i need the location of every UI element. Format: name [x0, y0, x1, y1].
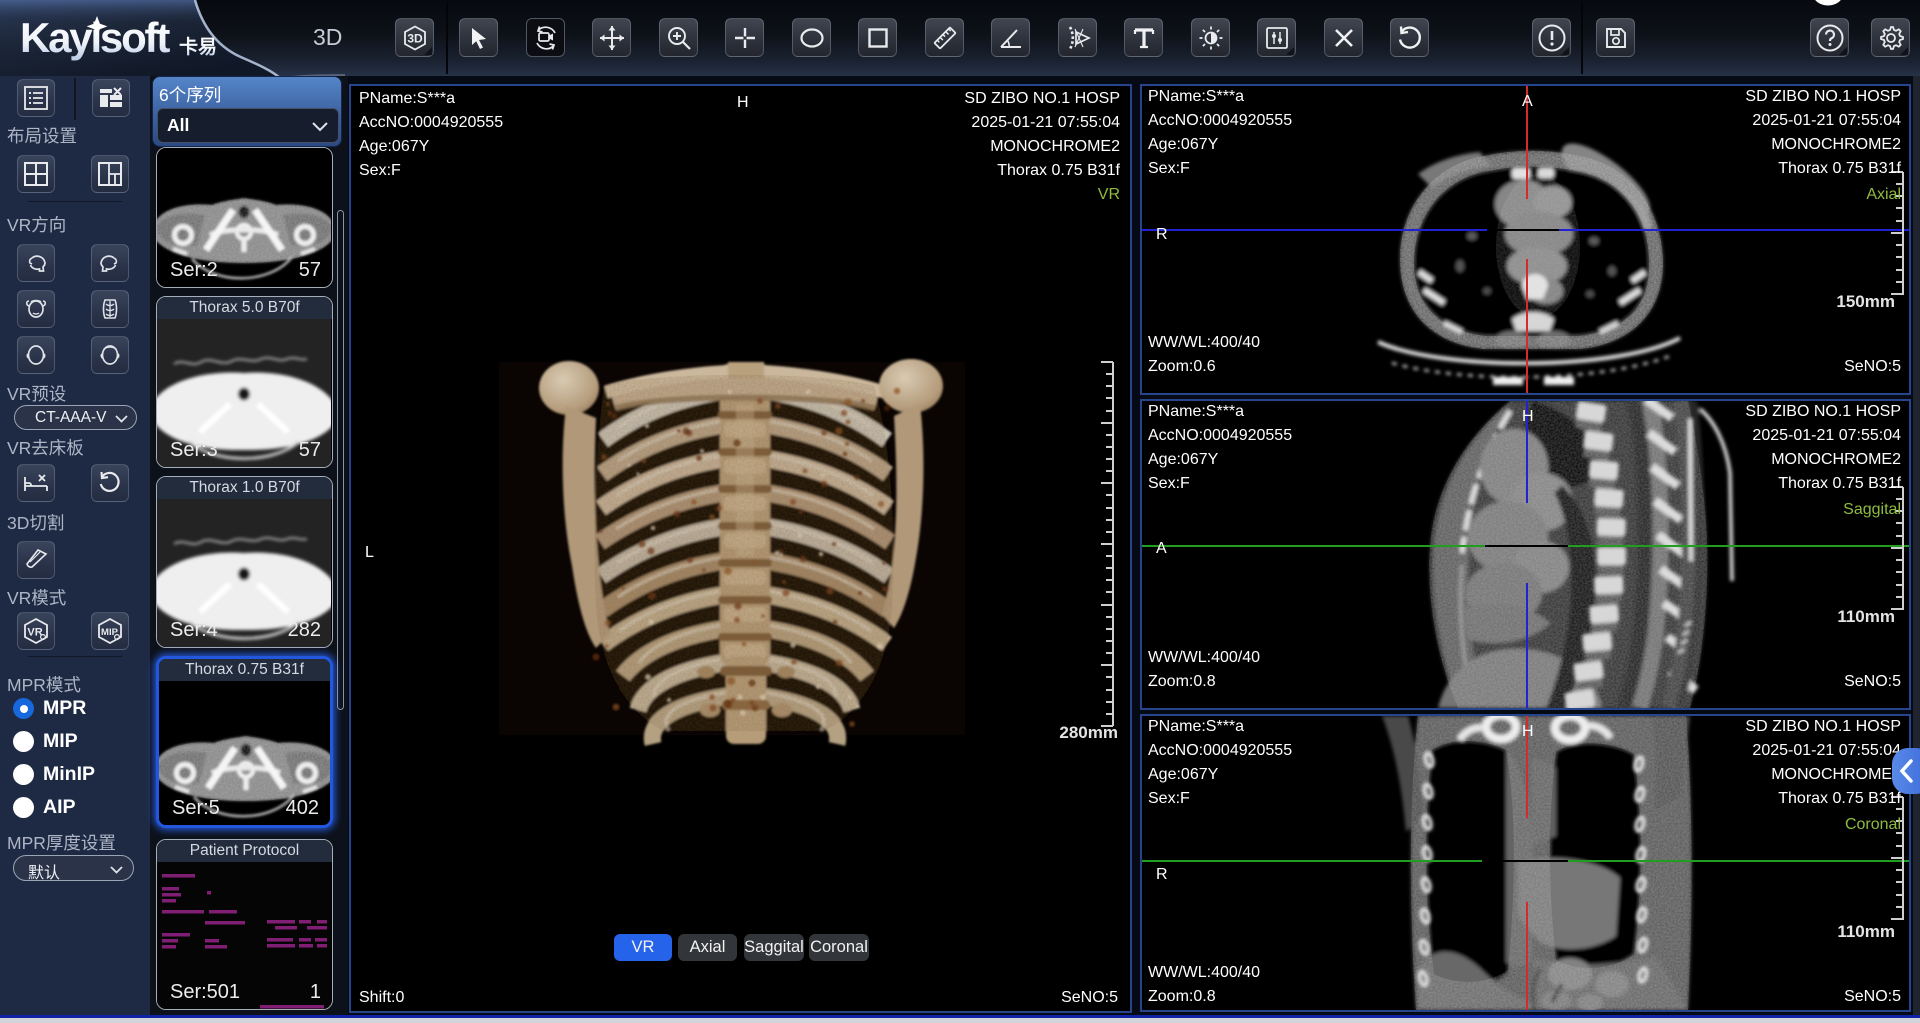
svg-text:MIP: MIP	[101, 627, 119, 638]
svg-text:卡易: 卡易	[179, 35, 217, 58]
svg-text:3D: 3D	[407, 31, 423, 45]
